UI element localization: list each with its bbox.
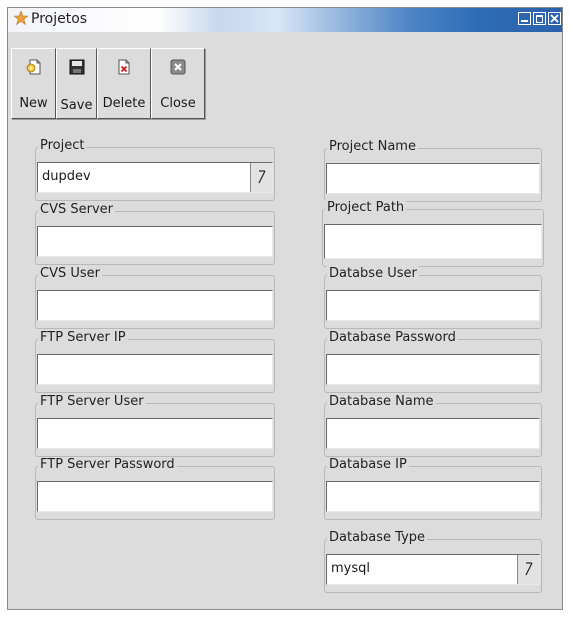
close-icon[interactable]	[548, 12, 561, 25]
database-name-label: Database Name	[327, 394, 436, 410]
ftp-server-user-group: FTP Server User	[35, 394, 275, 457]
save-icon	[69, 59, 84, 75]
project-name-group: Project Name	[324, 139, 542, 202]
ftp-server-ip-label: FTP Server IP	[38, 330, 128, 346]
delete-label: Delete	[102, 96, 146, 111]
project-path-group: Project Path	[322, 200, 544, 267]
database-type-value: mysql	[331, 561, 370, 576]
ftp-server-password-input[interactable]	[37, 481, 273, 512]
project-name-label: Project Name	[327, 139, 418, 155]
project-path-input[interactable]	[324, 224, 542, 259]
new-label: New	[19, 96, 48, 111]
projetos-window: Projetos New Save Delete Close Project d…	[7, 7, 563, 610]
database-type-group: Database Type mysql	[324, 530, 542, 593]
database-user-input[interactable]	[326, 290, 540, 321]
ftp-server-password-label: FTP Server Password	[38, 457, 177, 473]
window-title: Projetos	[31, 11, 88, 27]
star-icon	[14, 11, 28, 25]
ftp-server-password-group: FTP Server Password	[35, 457, 275, 520]
database-name-group: Database Name	[324, 394, 542, 457]
database-type-combo[interactable]: mysql	[326, 554, 540, 585]
project-combo[interactable]: dupdev	[37, 162, 273, 193]
database-ip-group: Database IP	[324, 457, 542, 520]
database-password-group: Database Password	[324, 330, 542, 393]
toolbar: New Save Delete Close	[11, 48, 255, 121]
title-bar[interactable]: Projetos	[8, 8, 562, 32]
minimize-icon[interactable]	[518, 12, 531, 25]
project-path-label: Project Path	[325, 200, 407, 216]
save-button[interactable]: Save	[56, 48, 97, 119]
database-password-label: Database Password	[327, 330, 458, 346]
new-button[interactable]: New	[11, 48, 56, 119]
close-doc-icon	[170, 59, 186, 75]
project-label: Project	[38, 138, 87, 154]
database-type-label: Database Type	[327, 530, 428, 546]
cvs-user-input[interactable]	[37, 290, 273, 321]
ftp-server-user-label: FTP Server User	[38, 394, 146, 410]
cvs-server-label: CVS Server	[38, 202, 115, 218]
new-icon	[26, 59, 40, 75]
project-group: Project dupdev	[35, 138, 275, 201]
database-ip-input[interactable]	[326, 481, 540, 512]
cvs-server-group: CVS Server	[35, 202, 275, 265]
save-label: Save	[60, 98, 93, 113]
database-password-input[interactable]	[326, 354, 540, 385]
project-name-input[interactable]	[326, 163, 540, 194]
cvs-user-label: CVS User	[38, 266, 102, 282]
database-user-label: Databse User	[327, 266, 419, 282]
maximize-icon[interactable]	[533, 12, 546, 25]
database-user-group: Databse User	[324, 266, 542, 329]
ftp-server-ip-input[interactable]	[37, 354, 273, 385]
delete-icon	[118, 59, 130, 75]
dropdown-arrow-icon[interactable]	[250, 163, 272, 192]
ftp-server-user-input[interactable]	[37, 418, 273, 449]
database-name-input[interactable]	[326, 418, 540, 449]
close-label: Close	[160, 96, 196, 111]
cvs-server-input[interactable]	[37, 226, 273, 257]
project-value: dupdev	[42, 169, 91, 184]
close-doc-button[interactable]: Close	[151, 48, 205, 119]
dropdown-arrow-icon[interactable]	[517, 555, 539, 584]
ftp-server-ip-group: FTP Server IP	[35, 330, 275, 393]
cvs-user-group: CVS User	[35, 266, 275, 329]
delete-button[interactable]: Delete	[97, 48, 151, 119]
database-ip-label: Database IP	[327, 457, 409, 473]
